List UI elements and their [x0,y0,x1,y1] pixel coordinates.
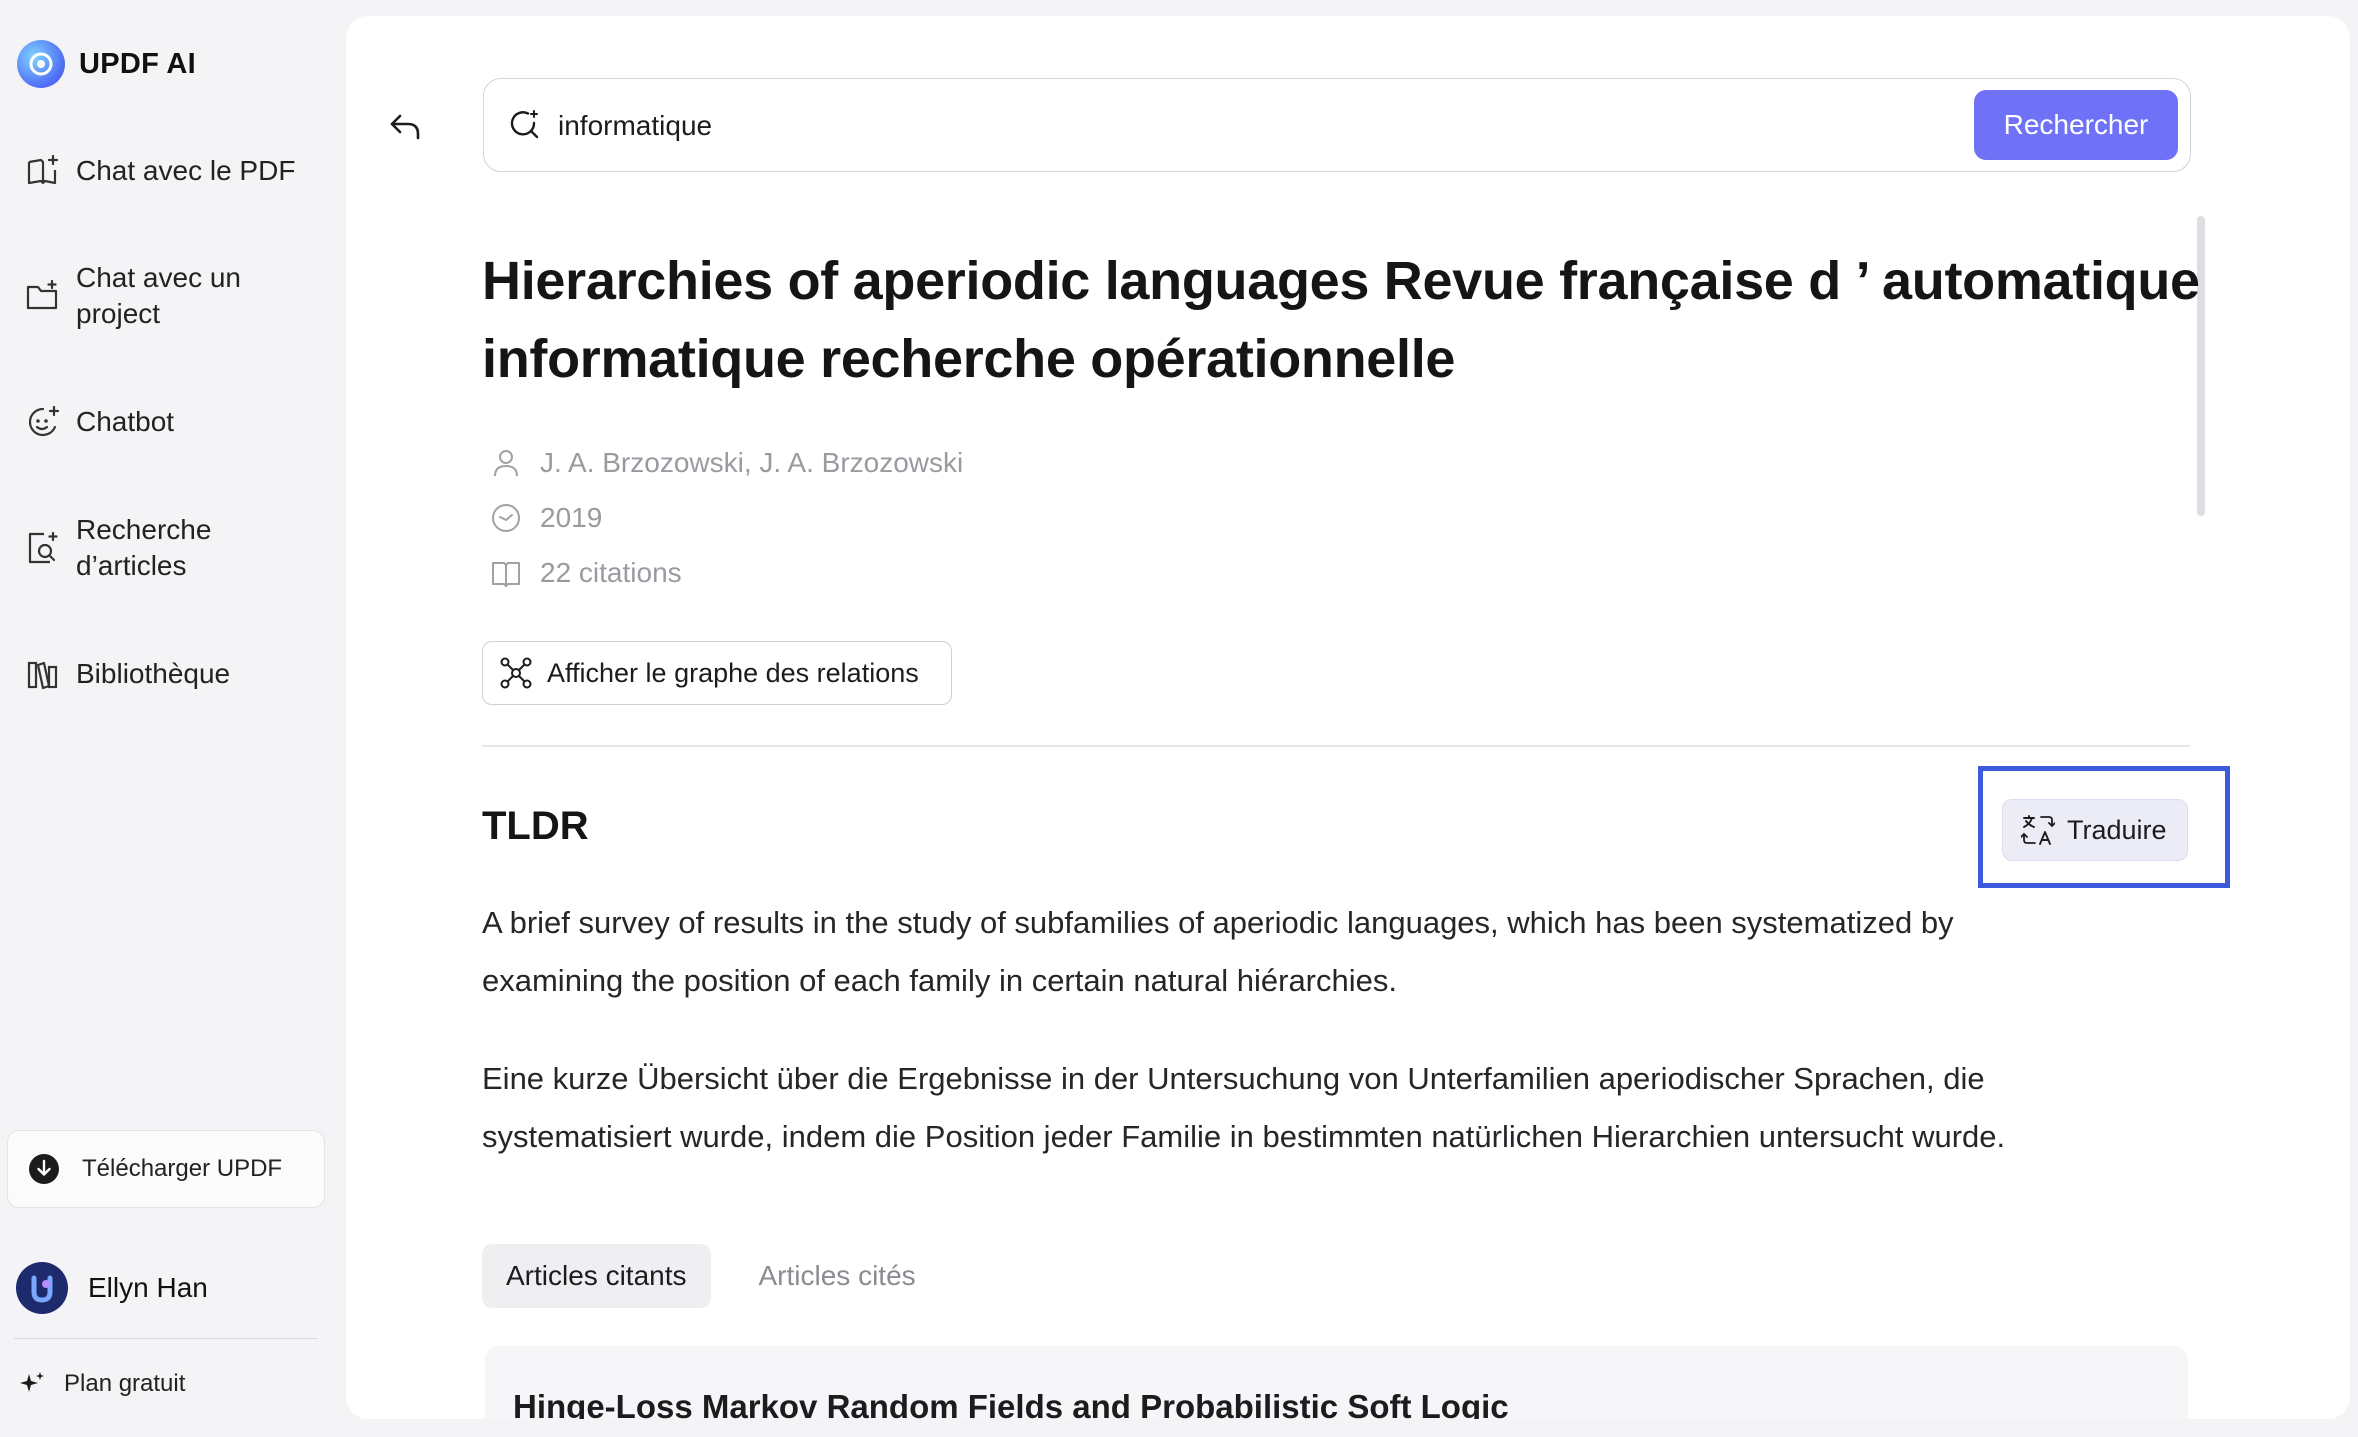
avatar [16,1262,68,1314]
divider [482,745,2190,747]
graph-network-icon [500,657,532,689]
search-input[interactable] [556,101,1940,151]
book-sparkle-icon [27,154,59,185]
tldr-heading: TLDR [482,804,589,848]
download-icon [29,1154,59,1184]
search-icon [510,110,539,139]
relation-graph-button[interactable]: Afficher le graphe des relations [482,641,952,705]
sidebar-item-label: Chatbot [76,406,175,437]
app-name: UPDF AI [79,47,197,80]
translate-icon [2021,815,2055,845]
person-icon [494,450,518,477]
plan-link[interactable]: Plan gratuit [18,1370,185,1398]
clock-icon [492,504,520,532]
folder-plus-icon [26,279,58,310]
tab-cited-articles[interactable]: Articles cités [735,1244,940,1308]
translate-button[interactable]: Traduire [2002,799,2188,861]
sidebar-item-chat-project[interactable]: Chat avec un project [24,260,276,332]
translate-label: Traduire [2067,814,2167,845]
sidebar-item-library[interactable]: Bibliothèque [24,655,230,693]
main-panel: Rechercher Hierarchies of aperiodic lang… [346,16,2350,1419]
user-name: Ellyn Han [88,1272,208,1303]
authors-text: J. A. Brzozowski, J. A. Brzozowski [540,447,964,478]
search-button[interactable]: Rechercher [1974,90,2178,160]
download-label: Télécharger UPDF [82,1155,283,1182]
graph-button-label: Afficher le graphe des relations [547,657,919,688]
divider [14,1338,318,1339]
paper-citations: 22 citations [490,557,682,589]
chat-bot-icon [28,405,60,437]
tldr-summary-de: Eine kurze Übersicht über die Ergebnisse… [482,1061,2006,1154]
updf-logo-icon [17,40,65,88]
list-item[interactable]: Hinge-Loss Markov Random Fields and Prob… [485,1346,2188,1419]
paper-year: 2019 [490,502,602,534]
download-updf-button[interactable]: Télécharger UPDF [7,1130,325,1208]
paper-authors: J. A. Brzozowski, J. A. Brzozowski [490,447,963,479]
paper-title: Hierarchies of aperiodic languages Revue… [482,251,2200,389]
citations-text: 22 citations [540,557,682,588]
result-title[interactable]: Hinge-Loss Markov Random Fields and Prob… [513,1388,1509,1419]
back-arrow-icon [390,114,420,140]
sidebar-item-label: Recherche d’articles [76,514,212,581]
user-profile[interactable]: Ellyn Han [16,1262,208,1314]
sidebar-item-label: Chat avec un project [76,262,241,329]
sidebar-item-article-search[interactable]: Recherche d’articles [24,512,276,584]
sparkle-icon [20,1372,44,1392]
library-icon [27,661,58,690]
book-icon [492,562,520,587]
brand[interactable]: UPDF AI [17,40,196,88]
sidebar-item-label: Bibliothèque [76,658,231,689]
citation-tabs: Articles citants Articles cités [482,1244,940,1308]
sidebar-item-chatbot[interactable]: Chatbot [24,403,174,441]
back-button[interactable] [386,108,424,146]
tab-citing-articles[interactable]: Articles citants [482,1244,711,1308]
sidebar-item-label: Chat avec le PDF [76,155,296,186]
sidebar: UPDF AI Chat avec le PDF Chat avec un pr… [0,0,340,1437]
sidebar-item-chat-pdf[interactable]: Chat avec le PDF [24,152,295,190]
year-text: 2019 [540,502,603,533]
search-bar: Rechercher [483,78,2191,172]
tldr-summary-en: A brief survey of results in the study o… [482,905,1954,998]
plan-label: Plan gratuit [64,1370,186,1397]
document-search-icon [28,531,58,564]
